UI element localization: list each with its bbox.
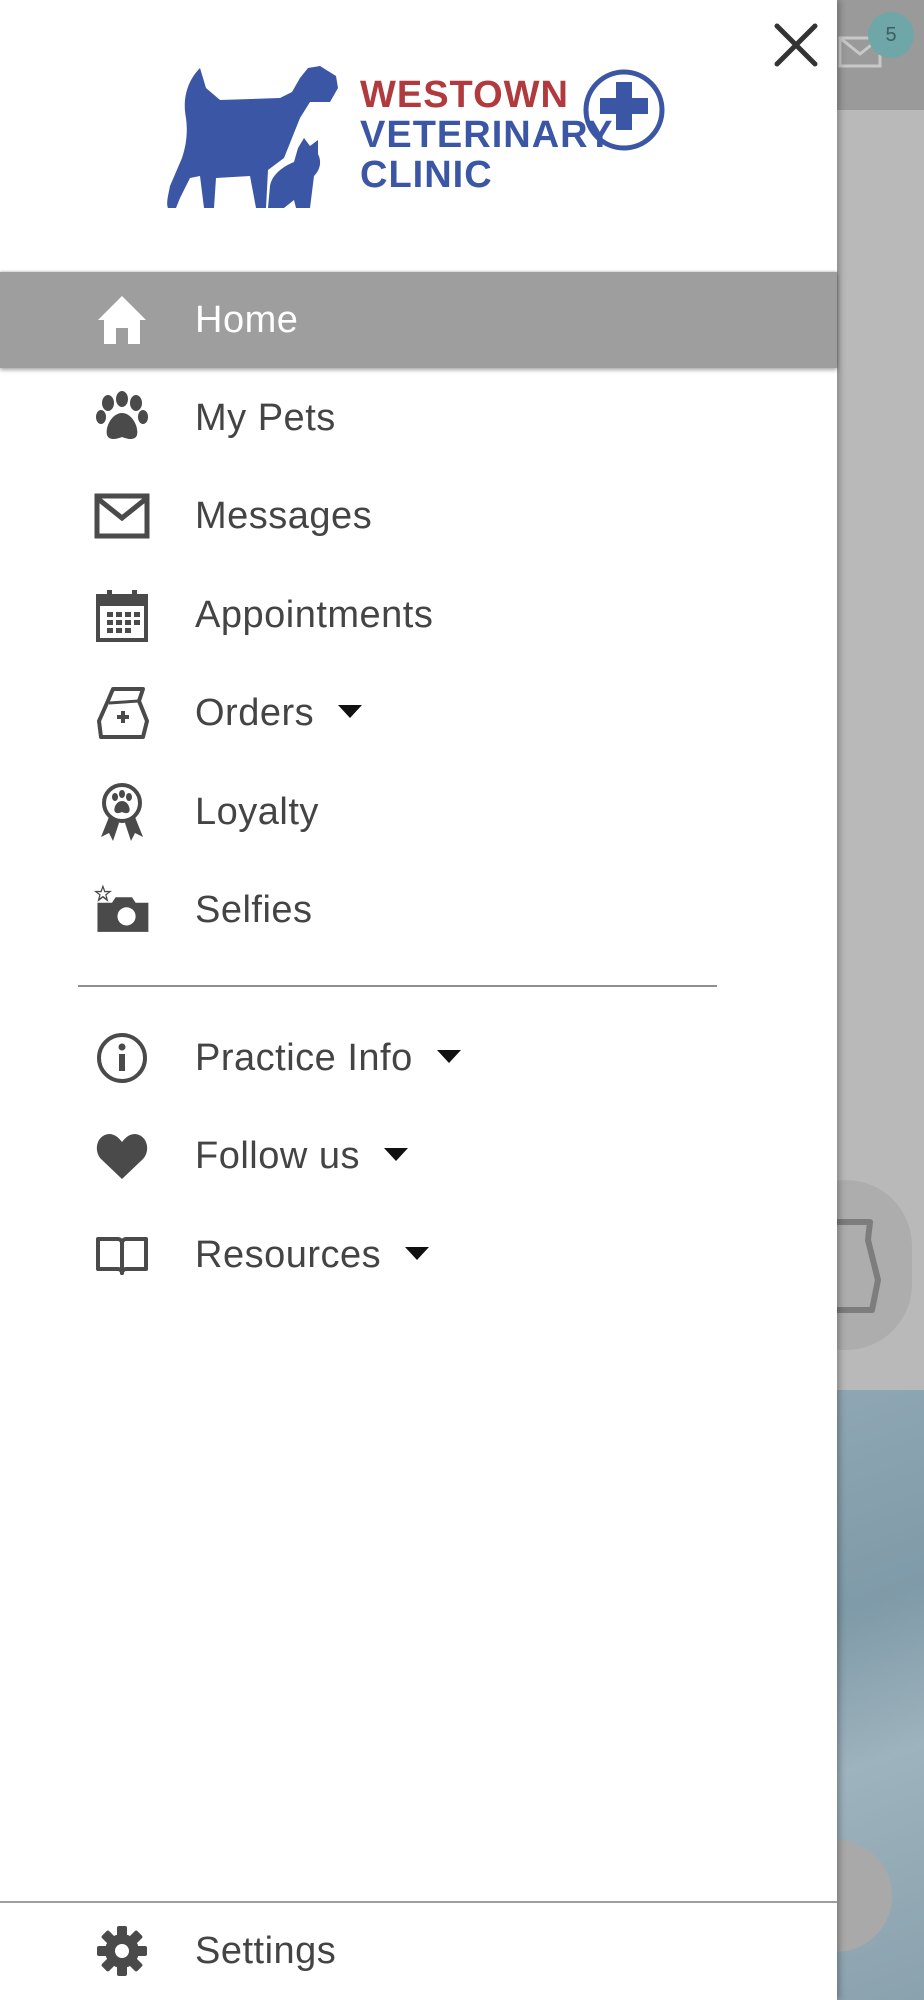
- chevron-down-icon: [338, 704, 363, 718]
- navigation-drawer: WESTOWN VETERINARY CLINIC Home My Pets M…: [0, 0, 837, 2000]
- menu-item-label: Selfies: [195, 888, 313, 931]
- calendar-icon: [92, 585, 152, 645]
- menu-item-label: Follow us: [195, 1135, 408, 1178]
- menu-item-label: Orders: [195, 691, 363, 735]
- menu-item-label: Settings: [195, 1929, 337, 1972]
- clinic-logo: WESTOWN VETERINARY CLINIC: [160, 58, 680, 218]
- menu-item-loyalty[interactable]: Loyalty: [0, 764, 837, 860]
- notification-badge: 5: [868, 12, 914, 58]
- logo-line-veterinary: VETERINARY: [360, 114, 614, 156]
- chevron-down-icon: [405, 1246, 430, 1260]
- menu-item-label: Appointments: [195, 593, 434, 636]
- practice-info-label: Practice Info: [195, 1036, 413, 1079]
- heart-icon: [92, 1126, 152, 1186]
- logo-line-clinic: CLINIC: [360, 154, 493, 196]
- award-ribbon-icon: [92, 782, 152, 842]
- menu-item-home[interactable]: Home: [0, 272, 837, 368]
- chevron-down-icon: [436, 1049, 461, 1063]
- menu-item-label: Practice Info: [195, 1037, 461, 1080]
- menu-item-label: My Pets: [195, 396, 336, 439]
- book-icon: [92, 1225, 152, 1285]
- menu-item-resources[interactable]: Resources: [0, 1207, 837, 1303]
- menu-item-label: Messages: [195, 494, 373, 537]
- follow-us-label: Follow us: [195, 1134, 360, 1177]
- resources-label: Resources: [195, 1233, 382, 1276]
- chevron-down-icon: [384, 1147, 408, 1161]
- envelope-icon: [92, 486, 152, 546]
- orders-label: Orders: [195, 691, 315, 734]
- info-icon: [92, 1028, 152, 1088]
- menu-item-appointments[interactable]: Appointments: [0, 567, 837, 663]
- menu-item-label: Resources: [195, 1233, 430, 1277]
- menu-item-practice-info[interactable]: Practice Info: [0, 1010, 837, 1106]
- menu-item-messages[interactable]: Messages: [0, 468, 837, 564]
- menu-item-label: Loyalty: [195, 790, 319, 833]
- gear-icon: [92, 1921, 152, 1981]
- menu-item-follow-us[interactable]: Follow us: [0, 1108, 837, 1204]
- menu-divider: [78, 985, 717, 987]
- menu-item-settings[interactable]: Settings: [0, 1903, 837, 1999]
- close-button[interactable]: [765, 14, 827, 76]
- home-icon: [92, 290, 152, 350]
- menu-item-label: Home: [195, 298, 299, 341]
- food-bag-icon: [92, 683, 152, 743]
- menu-item-orders[interactable]: Orders: [0, 665, 837, 761]
- paw-icon: [92, 388, 152, 448]
- menu-item-selfies[interactable]: Selfies: [0, 862, 837, 958]
- close-icon: [774, 23, 818, 67]
- logo-line-westown: WESTOWN: [360, 74, 569, 116]
- camera-icon: [92, 880, 152, 940]
- menu-item-my-pets[interactable]: My Pets: [0, 370, 837, 466]
